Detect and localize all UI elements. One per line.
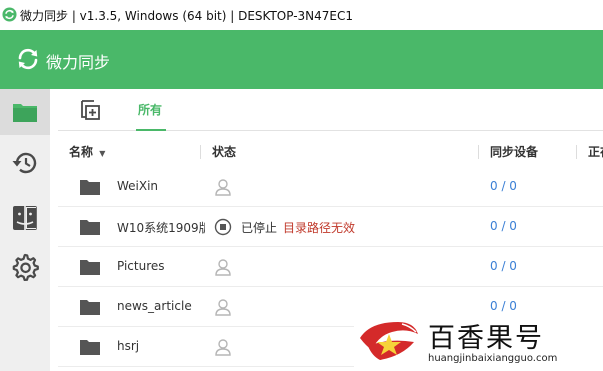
folder-icon (13, 104, 37, 122)
add-folder-button[interactable] (80, 100, 100, 120)
status-error-label: 目录路径无效 (283, 221, 356, 235)
table-row[interactable]: Pictures 0 / 0 (58, 247, 603, 287)
user-icon (215, 299, 231, 316)
table-row[interactable]: WeiXin 0 / 0 (58, 167, 603, 207)
column-divider (200, 145, 201, 159)
table-header: 名称 ▼ 状态 同步设备 正在 (58, 131, 603, 167)
sync-devices-count: 0 / 0 (490, 299, 517, 313)
folder-name: Pictures (117, 259, 165, 273)
column-name-label: 名称 (69, 145, 94, 159)
sync-devices-count: 0 / 0 (490, 219, 517, 233)
sidebar (0, 89, 50, 371)
sync-devices-count: 0 / 0 (490, 179, 517, 193)
folder-icon (80, 260, 100, 275)
stopped-icon (214, 218, 232, 236)
status-text: 已停止 目录路径无效 (241, 219, 355, 236)
column-devices[interactable]: 同步设备 (490, 143, 538, 160)
title-bar: 微力同步 | v1.3.5, Windows (64 bit) | DESKTO… (0, 0, 603, 30)
sort-down-icon: ▼ (99, 149, 106, 158)
window-title: 微力同步 | v1.3.5, Windows (64 bit) | DESKTO… (20, 9, 354, 23)
tab-all[interactable]: 所有 (138, 101, 162, 118)
table-row[interactable]: W10系统1909版 已停止 目录路径无效 0 / 0 (58, 207, 603, 247)
user-icon (215, 179, 231, 196)
watermark-title: 百香果号 (428, 323, 544, 354)
sync-devices-count: 0 / 0 (490, 259, 517, 273)
status-stopped-label: 已停止 (241, 221, 278, 235)
toolbar: 所有 (58, 89, 603, 131)
column-status[interactable]: 状态 (212, 143, 236, 160)
history-icon (12, 152, 37, 174)
column-divider (576, 145, 577, 159)
folder-icon (80, 220, 100, 235)
sidebar-item-settings[interactable] (0, 244, 50, 290)
app-icon (2, 7, 17, 22)
finder-icon (13, 206, 37, 230)
folder-name: news_article (117, 299, 192, 313)
app-name: 微力同步 (46, 53, 111, 72)
column-divider (478, 145, 479, 159)
column-name[interactable]: 名称 ▼ (69, 143, 105, 160)
column-more[interactable]: 正在 (588, 143, 603, 160)
watermark-logo-icon (360, 322, 418, 360)
sidebar-item-history[interactable] (0, 140, 50, 186)
folder-name: WeiXin (117, 179, 159, 193)
folder-icon (80, 300, 100, 315)
folder-name: hsrj (117, 339, 140, 353)
app-header: 微力同步 (0, 30, 603, 89)
sidebar-item-folders[interactable] (0, 89, 50, 135)
user-icon (215, 339, 231, 356)
sidebar-item-devices[interactable] (0, 195, 50, 241)
folder-name: W10系统1909版 (117, 221, 205, 235)
watermark-url: huangjinbaixiangguo.com (428, 353, 558, 364)
user-icon (215, 259, 231, 276)
watermark: 百香果号 huangjinbaixiangguo.com (354, 314, 603, 371)
gear-icon (12, 253, 39, 281)
folder-icon (80, 180, 100, 195)
folder-icon (80, 340, 100, 355)
sync-logo-icon (18, 48, 38, 70)
